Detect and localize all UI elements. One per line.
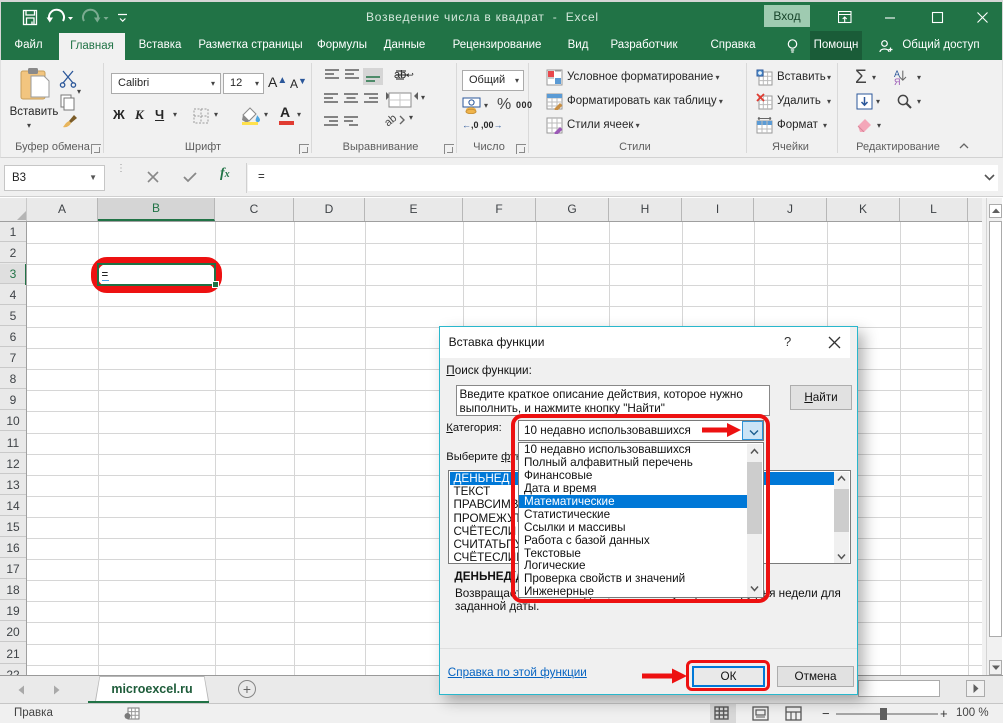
svg-text:Я: Я xyxy=(894,77,901,86)
svg-text:ab: ab xyxy=(384,112,399,129)
